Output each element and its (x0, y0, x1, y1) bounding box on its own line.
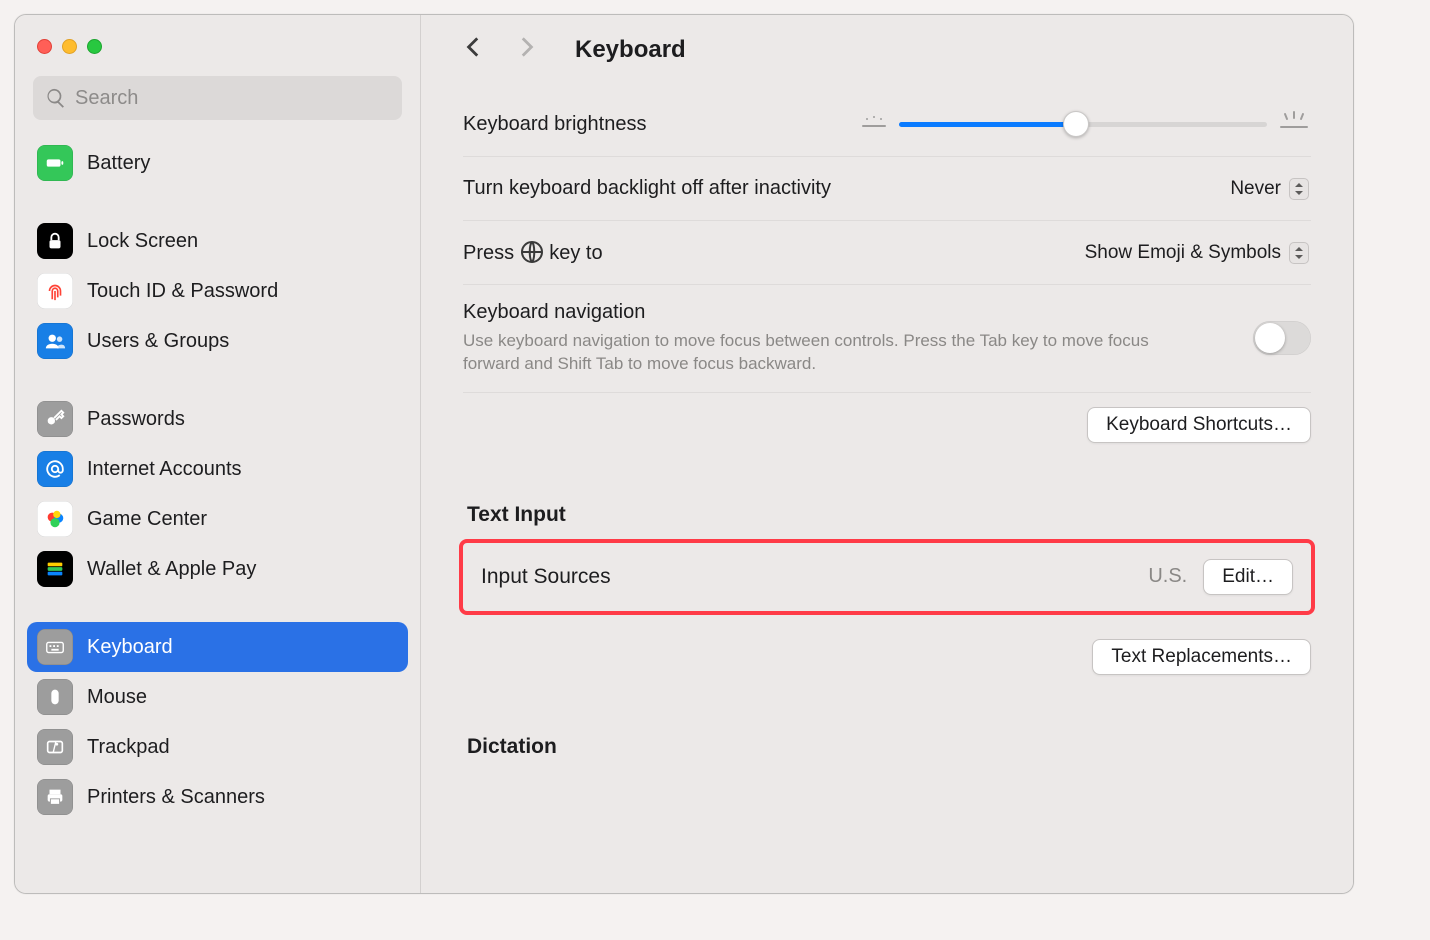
sidebar-item-mouse[interactable]: Mouse (27, 672, 408, 722)
sidebar-item-label: Lock Screen (87, 230, 398, 253)
search-icon (45, 87, 67, 109)
toggle-knob (1255, 323, 1285, 353)
keyboard-nav-label: Keyboard navigation (463, 301, 1237, 324)
search-field-wrap (15, 76, 420, 138)
row-input-sources: Input Sources U.S. Edit… (459, 539, 1315, 615)
window-controls (15, 33, 420, 76)
keyboard-brightness-label: Keyboard brightness (463, 113, 843, 136)
users-icon (37, 323, 73, 359)
gamecenter-icon (37, 501, 73, 537)
keyboard-brightness-slider[interactable] (899, 122, 1267, 127)
globe-key-label: Press key to (463, 240, 1067, 265)
sidebar-item-label: Passwords (87, 408, 398, 431)
keyboard-shortcuts-button[interactable]: Keyboard Shortcuts… (1087, 407, 1311, 443)
mouse-icon (37, 679, 73, 715)
text-replacements-row: Text Replacements… (463, 615, 1311, 679)
sidebar-item-lock-screen[interactable]: Lock Screen (27, 216, 408, 266)
lock-icon (37, 223, 73, 259)
brightness-high-icon (1277, 110, 1311, 140)
key-icon (37, 401, 73, 437)
globe-key-select[interactable]: Show Emoji & Symbols (1083, 240, 1311, 266)
settings-window: Battery Lock Screen Touch ID & Password Use… (14, 14, 1354, 894)
section-text-input: Text Input (467, 503, 1311, 527)
toolbar: Keyboard (421, 15, 1353, 85)
sidebar-item-passwords[interactable]: Passwords (27, 394, 408, 444)
sidebar-item-label: Trackpad (87, 736, 398, 759)
fingerprint-icon (37, 273, 73, 309)
input-sources-edit-button[interactable]: Edit… (1203, 559, 1293, 595)
stepper-icon (1289, 242, 1309, 264)
at-icon (37, 451, 73, 487)
sidebar-item-label: Internet Accounts (87, 458, 398, 481)
globe-key-value: Show Emoji & Symbols (1085, 242, 1281, 264)
sidebar-item-printers[interactable]: Printers & Scanners (27, 772, 408, 822)
slider-thumb[interactable] (1063, 111, 1089, 137)
sidebar-item-label: Touch ID & Password (87, 280, 398, 303)
sidebar-item-trackpad[interactable]: Trackpad (27, 722, 408, 772)
stepper-icon (1289, 178, 1309, 200)
content: Keyboard Keyboard brightness (421, 15, 1353, 893)
row-backlight-off: Turn keyboard backlight off after inacti… (463, 157, 1311, 221)
page-title: Keyboard (575, 36, 686, 64)
sidebar-item-internet-acct[interactable]: Internet Accounts (27, 444, 408, 494)
sidebar-item-label: Printers & Scanners (87, 786, 398, 809)
backlight-off-value: Never (1230, 178, 1281, 200)
globe-icon (520, 242, 550, 264)
nav-back-button[interactable] (461, 34, 487, 66)
keyboard-nav-description: Use keyboard navigation to move focus be… (463, 330, 1183, 376)
trackpad-icon (37, 729, 73, 765)
text-replacements-button[interactable]: Text Replacements… (1092, 639, 1311, 675)
sidebar-item-label: Game Center (87, 508, 398, 531)
row-keyboard-brightness: Keyboard brightness (463, 93, 1311, 157)
input-sources-label: Input Sources (481, 565, 1132, 589)
sidebar-item-battery[interactable]: Battery (27, 138, 408, 188)
search-input[interactable] (33, 76, 402, 120)
sidebar-item-label: Users & Groups (87, 330, 398, 353)
keyboard-nav-toggle[interactable] (1253, 321, 1311, 355)
sidebar-item-game-center[interactable]: Game Center (27, 494, 408, 544)
brightness-low-icon (859, 113, 889, 136)
backlight-off-select[interactable]: Never (1228, 176, 1311, 202)
sidebar-item-label: Wallet & Apple Pay (87, 558, 398, 581)
battery-icon (37, 145, 73, 181)
sidebar-item-users-groups[interactable]: Users & Groups (27, 316, 408, 366)
sidebar: Battery Lock Screen Touch ID & Password Use… (15, 15, 421, 893)
keyboard-shortcuts-row: Keyboard Shortcuts… (463, 393, 1311, 447)
wallet-icon (37, 551, 73, 587)
sidebar-item-label: Mouse (87, 686, 398, 709)
zoom-window-button[interactable] (87, 39, 102, 54)
section-dictation: Dictation (467, 735, 1311, 759)
nav-forward-button[interactable] (513, 34, 539, 66)
sidebar-item-label: Keyboard (87, 636, 398, 659)
sidebar-list: Battery Lock Screen Touch ID & Password Use… (15, 138, 420, 893)
keyboard-icon (37, 629, 73, 665)
backlight-off-label: Turn keyboard backlight off after inacti… (463, 177, 1212, 200)
sidebar-item-touch-id[interactable]: Touch ID & Password (27, 266, 408, 316)
sidebar-item-wallet[interactable]: Wallet & Apple Pay (27, 544, 408, 594)
row-globe-key: Press key to Show Emoji & Symbols (463, 221, 1311, 285)
minimize-window-button[interactable] (62, 39, 77, 54)
printer-icon (37, 779, 73, 815)
row-keyboard-navigation: Keyboard navigation Use keyboard navigat… (463, 285, 1311, 393)
sidebar-item-label: Battery (87, 152, 398, 175)
close-window-button[interactable] (37, 39, 52, 54)
input-sources-value: U.S. (1148, 565, 1187, 588)
content-scroll[interactable]: Keyboard brightness Turn keyboard backli… (421, 85, 1353, 893)
sidebar-item-keyboard[interactable]: Keyboard (27, 622, 408, 672)
